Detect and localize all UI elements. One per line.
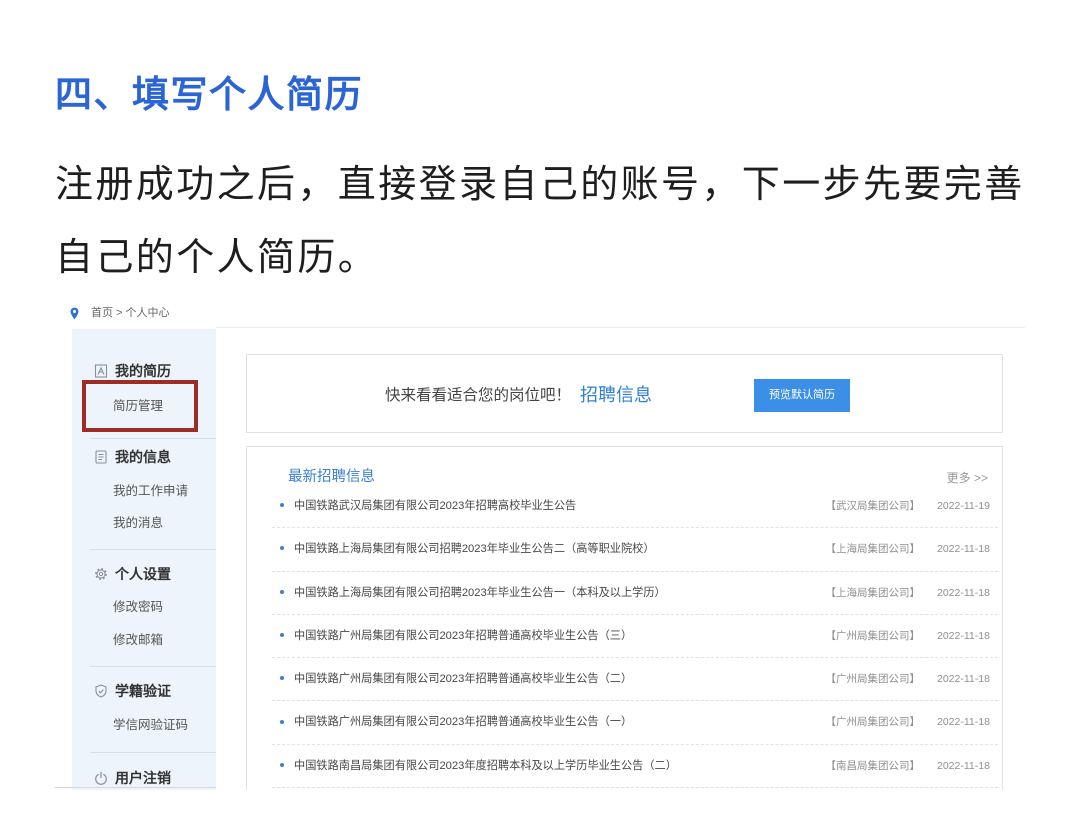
screenshot-bottom-edge — [55, 787, 216, 788]
document-icon — [94, 450, 108, 464]
bullet-icon — [280, 546, 284, 551]
job-title-link[interactable]: 中国铁路广州局集团有限公司2023年招聘普通高校毕业生公告（二） — [294, 658, 632, 700]
job-date: 2022-11-18 — [937, 629, 990, 642]
job-date: 2022-11-18 — [937, 759, 990, 772]
sidebar-divider — [90, 549, 216, 550]
job-row: 中国铁路上海局集团有限公司招聘2023年毕业生公告一（本科及以上学历） 【上海局… — [272, 572, 998, 615]
job-row: 中国铁路武汉局集团有限公司2023年招聘高校毕业生公告 【武汉局集团公司】 20… — [272, 485, 998, 529]
sidebar-divider — [90, 438, 216, 439]
job-date: 2022-11-18 — [937, 673, 990, 686]
article-paragraph-line-2: 自己的个人简历。 — [55, 237, 379, 279]
sidebar-group-title: 我的简历 — [115, 363, 171, 379]
breadcrumb: 首页 > 个人中心 — [70, 305, 170, 321]
sidebar-group-title: 个人设置 — [115, 566, 171, 582]
gear-icon — [94, 567, 108, 581]
sidebar-group-title: 用户注销 — [115, 770, 171, 786]
job-date: 2022-11-19 — [937, 500, 990, 512]
bullet-icon — [280, 719, 284, 724]
sidebar-group-title: 我的信息 — [115, 449, 171, 465]
job-title-link[interactable]: 中国铁路广州局集团有限公司2023年招聘普通高校毕业生公告（一） — [294, 701, 632, 743]
job-source: 【武汉局集团公司】 — [825, 500, 921, 512]
sidebar-divider — [90, 752, 216, 753]
job-title-link[interactable]: 中国铁路上海局集团有限公司招聘2023年毕业生公告二（高等职业院校） — [294, 528, 655, 570]
page: 四、填写个人简历 注册成功之后，直接登录自己的账号，下一步先要完善 自己的个人简… — [0, 0, 1080, 818]
promo-text: 快来看看适合您的岗位吧！ — [385, 387, 572, 404]
more-link[interactable]: 更多 >> — [947, 470, 988, 486]
job-title-link[interactable]: 中国铁路南昌局集团有限公司2023年度招聘本科及以上学历毕业生公告（二） — [294, 745, 677, 787]
bullet-icon — [280, 762, 284, 767]
job-source: 【上海局集团公司】 — [825, 586, 921, 599]
job-row: 中国铁路上海局集团有限公司招聘2023年毕业生公告二（高等职业院校） 【上海局集… — [272, 528, 998, 572]
job-date: 2022-11-18 — [937, 716, 990, 729]
latest-jobs-title: 最新招聘信息 — [288, 469, 375, 485]
breadcrumb-text[interactable]: 首页 > 个人中心 — [91, 305, 170, 321]
shield-check-icon — [94, 684, 108, 698]
bullet-icon — [280, 633, 284, 638]
bullet-icon — [280, 503, 284, 508]
promo-row: 快来看看适合您的岗位吧！ 招聘信息 — [385, 383, 652, 405]
article-heading: 四、填写个人简历 — [55, 74, 363, 115]
job-source: 【广州局集团公司】 — [825, 716, 921, 729]
location-pin-icon — [70, 307, 79, 320]
job-list: 中国铁路武汉局集团有限公司2023年招聘高校毕业生公告 【武汉局集团公司】 20… — [272, 485, 998, 789]
promo-panel: 快来看看适合您的岗位吧！ 招聘信息 预览默认简历 — [246, 354, 1003, 433]
job-title-link[interactable]: 中国铁路上海局集团有限公司招聘2023年毕业生公告一（本科及以上学历） — [294, 572, 666, 614]
sidebar-group-title: 学籍验证 — [115, 683, 171, 699]
sidebar-group-my-info: 我的信息 — [94, 448, 171, 466]
job-source: 【上海局集团公司】 — [825, 543, 921, 556]
preview-default-resume-button[interactable]: 预览默认简历 — [754, 379, 850, 412]
job-row: 中国铁路广州局集团有限公司2023年招聘普通高校毕业生公告（二） 【广州局集团公… — [272, 658, 998, 702]
sidebar-group-settings: 个人设置 — [94, 565, 171, 583]
job-date: 2022-11-18 — [937, 586, 990, 599]
job-source: 【南昌局集团公司】 — [825, 759, 921, 772]
job-source: 【广州局集团公司】 — [825, 629, 921, 642]
sidebar-item-change-email[interactable]: 修改邮箱 — [113, 632, 163, 648]
content-top-divider — [216, 327, 1025, 328]
sidebar-item-my-messages[interactable]: 我的消息 — [113, 515, 163, 531]
sidebar-item-chsi-code[interactable]: 学信网验证码 — [113, 717, 188, 733]
article-paragraph-line-1: 注册成功之后，直接登录自己的账号，下一步先要完善 — [55, 164, 1025, 206]
sidebar-item-change-password[interactable]: 修改密码 — [113, 599, 163, 615]
sidebar-item-my-applications[interactable]: 我的工作申请 — [113, 483, 188, 499]
highlight-box — [82, 380, 198, 432]
job-title-link[interactable]: 中国铁路武汉局集团有限公司2023年招聘高校毕业生公告 — [294, 485, 576, 527]
sidebar-group-deregister: 用户注销 — [94, 769, 171, 787]
bullet-icon — [280, 676, 284, 681]
latest-jobs-panel: 最新招聘信息 更多 >> 中国铁路武汉局集团有限公司2023年招聘高校毕业生公告… — [246, 446, 1003, 790]
sidebar-group-my-resume: 我的简历 — [94, 362, 171, 380]
resume-icon — [94, 364, 108, 378]
sidebar-divider — [90, 666, 216, 667]
job-date: 2022-11-18 — [937, 543, 990, 556]
power-icon — [94, 771, 108, 785]
job-title-link[interactable]: 中国铁路广州局集团有限公司2023年招聘普通高校毕业生公告（三） — [294, 615, 632, 657]
sidebar-group-student-verification: 学籍验证 — [94, 682, 171, 700]
job-info-link[interactable]: 招聘信息 — [580, 381, 652, 407]
job-row: 中国铁路广州局集团有限公司2023年招聘普通高校毕业生公告（一） 【广州局集团公… — [272, 701, 998, 745]
job-row: 中国铁路广州局集团有限公司2023年招聘普通高校毕业生公告（三） 【广州局集团公… — [272, 615, 998, 659]
job-source: 【广州局集团公司】 — [825, 673, 921, 686]
job-row: 中国铁路南昌局集团有限公司2023年度招聘本科及以上学历毕业生公告（二） 【南昌… — [272, 745, 998, 789]
bullet-icon — [280, 589, 284, 594]
